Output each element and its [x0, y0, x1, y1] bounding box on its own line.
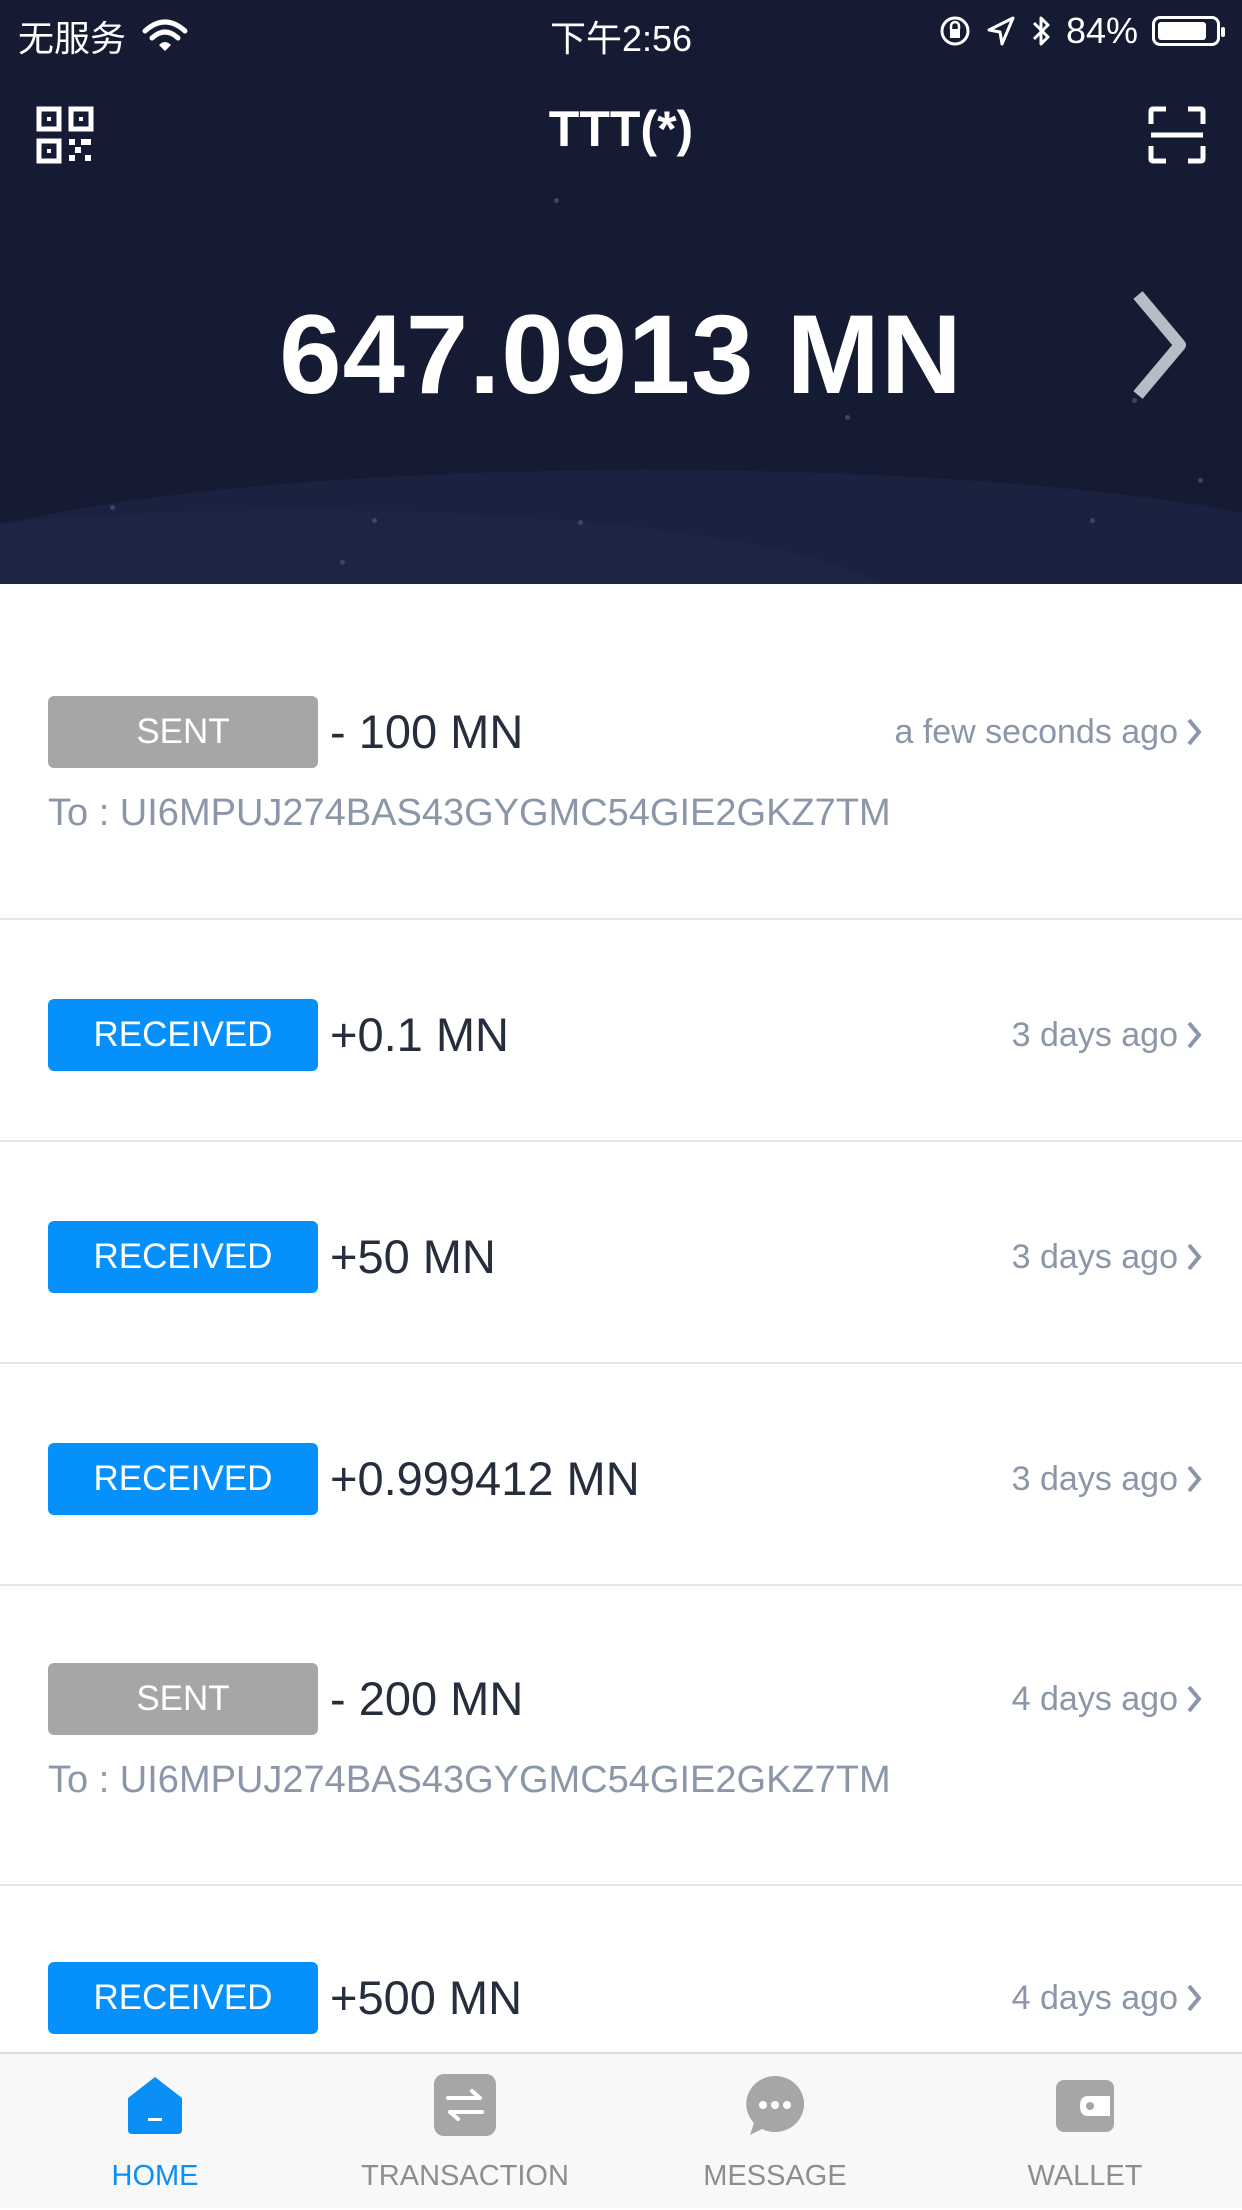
status-bar: 无服务 下午2:56 84% [0, 0, 1242, 62]
chat-bubble-icon [746, 2076, 805, 2135]
wallet-title: TTT(*) [548, 101, 694, 157]
transaction-time: 4 days ago [1012, 1962, 1202, 2034]
tab-message[interactable]: MESSAGE [620, 2054, 930, 2210]
transaction-list: SENT - 100 MN a few seconds ago To : UI6… [0, 584, 1242, 2108]
chevron-right-icon [1187, 718, 1202, 746]
chevron-right-icon [1187, 1021, 1202, 1049]
location-arrow-icon [987, 16, 1015, 46]
scan-button[interactable] [1148, 106, 1206, 169]
bluetooth-icon [1032, 16, 1050, 46]
transaction-row[interactable]: RECEIVED +0.1 MN 3 days ago [0, 920, 1242, 1142]
transaction-row[interactable]: RECEIVED +50 MN 3 days ago [0, 1142, 1242, 1364]
transaction-time: a few seconds ago [894, 696, 1202, 768]
transaction-time: 3 days ago [1012, 999, 1202, 1071]
transaction-time-label: 4 days ago [1011, 1680, 1178, 1718]
wallet-icon [1056, 2080, 1114, 2132]
transaction-amount: +50 MN [330, 1230, 496, 1283]
orientation-lock-icon [940, 16, 970, 46]
tab-label: TRANSACTION [361, 2160, 569, 2192]
tab-home[interactable]: HOME [0, 2054, 310, 2210]
transaction-time-label: 3 days ago [1011, 1460, 1178, 1498]
received-badge: RECEIVED [48, 999, 318, 1071]
recipient-address: To : UI6MPUJ274BAS43GYGMC54GIE2GKZ7TM [48, 792, 891, 834]
chevron-right-icon [1187, 1243, 1202, 1271]
battery-icon [1152, 16, 1225, 46]
recipient-address: To : UI6MPUJ274BAS43GYGMC54GIE2GKZ7TM [48, 1759, 891, 1801]
chevron-right-icon [1187, 1685, 1202, 1713]
tab-label: HOME [111, 2160, 199, 2192]
tab-bar: HOME TRANSACTION MESSAGE WALLET [0, 2052, 1242, 2208]
transaction-amount: - 100 MN [330, 705, 524, 758]
balance-detail-button[interactable] [1128, 290, 1188, 405]
star-decoration [110, 505, 115, 510]
transfer-icon [434, 2074, 496, 2136]
battery-percent: 84% [1065, 10, 1138, 51]
transaction-time-label: a few seconds ago [894, 713, 1178, 751]
received-badge: RECEIVED [48, 1221, 318, 1293]
transaction-time-label: 3 days ago [1011, 1238, 1178, 1276]
wallet-balance[interactable]: 647.0913 MN [0, 290, 1242, 419]
star-decoration [372, 518, 377, 523]
transaction-time: 4 days ago [1012, 1663, 1202, 1735]
tab-transaction[interactable]: TRANSACTION [310, 2054, 620, 2210]
wallet-header: 无服务 下午2:56 84% TTT(*) 647.0913 MN [0, 0, 1242, 584]
chevron-right-icon [1133, 291, 1186, 399]
transaction-time: 3 days ago [1012, 1221, 1202, 1293]
transaction-time-label: 3 days ago [1011, 1016, 1178, 1054]
chevron-right-icon [1187, 1984, 1202, 2012]
transaction-time: 3 days ago [1012, 1443, 1202, 1515]
sent-badge: SENT [48, 1663, 318, 1735]
scan-icon [1148, 106, 1206, 164]
tab-label: MESSAGE [703, 2160, 847, 2192]
star-decoration [578, 520, 583, 525]
transaction-amount: +0.1 MN [330, 1008, 509, 1061]
transaction-amount: - 200 MN [330, 1672, 524, 1725]
transaction-amount: +500 MN [330, 1971, 523, 2024]
transaction-time-label: 4 days ago [1011, 1979, 1178, 2017]
star-decoration [340, 560, 345, 565]
transaction-amount: +0.999412 MN [330, 1452, 640, 1505]
star-decoration [1198, 478, 1203, 483]
star-decoration [1090, 518, 1095, 523]
transaction-row[interactable]: SENT - 100 MN a few seconds ago To : UI6… [0, 584, 1242, 920]
chevron-right-icon [1187, 1465, 1202, 1493]
tab-wallet[interactable]: WALLET [930, 2054, 1240, 2210]
received-badge: RECEIVED [48, 1962, 318, 2034]
tab-label: WALLET [1027, 2160, 1143, 2192]
star-decoration [554, 198, 559, 203]
transaction-row[interactable]: RECEIVED +0.999412 MN 3 days ago [0, 1364, 1242, 1586]
transaction-row[interactable]: SENT - 200 MN 4 days ago To : UI6MPUJ274… [0, 1586, 1242, 1886]
received-badge: RECEIVED [48, 1443, 318, 1515]
sent-badge: SENT [48, 696, 318, 768]
home-icon [128, 2077, 182, 2134]
